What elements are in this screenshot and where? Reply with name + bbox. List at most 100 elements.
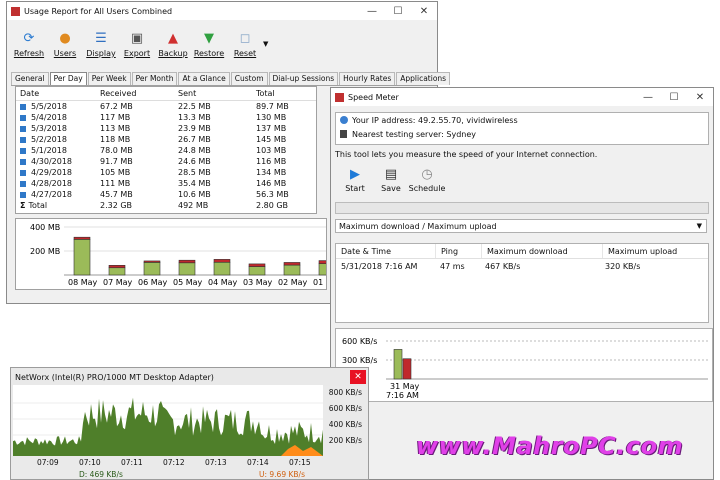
usage-table: Date Received Sent Total 5/5/2018 67.2 MB… (15, 86, 317, 214)
x-tick-label: 05 May (173, 278, 203, 287)
x-tick-label: 07 May (103, 278, 133, 287)
tab-per-day[interactable]: Per Day (49, 72, 87, 85)
close-button[interactable]: ✕ (687, 88, 713, 106)
table-row[interactable]: 5/2/2018 118 MB 26.7 MB 145 MB (16, 134, 316, 145)
table-row[interactable]: 4/28/2018 111 MB 35.4 MB 146 MB (16, 178, 316, 189)
tab-hourly-rates[interactable]: Hourly Rates (339, 72, 396, 85)
y-tick-label: 200 MB (30, 247, 60, 256)
upload-bar (402, 358, 412, 380)
y-tick-label: 300 KB/s (342, 356, 377, 365)
server-text: Nearest testing server: Sydney (352, 129, 477, 139)
upload-rate-label: U: 9.69 KB/s (259, 470, 305, 479)
refresh-button[interactable]: ⟳ Refresh (11, 30, 47, 70)
x-tick-label: 06 May (138, 278, 168, 287)
backup-icon: ▲ (168, 30, 178, 46)
users-button[interactable]: ● Users (47, 30, 83, 70)
received-bar (318, 263, 326, 276)
row-marker-icon (20, 103, 26, 110)
col-total[interactable]: Total (256, 89, 316, 98)
server-icon (340, 130, 347, 138)
col-received[interactable]: Received (100, 89, 178, 98)
col-ping[interactable]: Ping (436, 244, 482, 258)
tab-per-month[interactable]: Per Month (131, 72, 178, 85)
export-button[interactable]: ▣ Export (119, 30, 155, 70)
table-total-row[interactable]: Σ Total 2.32 GB 492 MB 2.80 GB (16, 200, 316, 211)
tab-general[interactable]: General (11, 72, 49, 85)
sent-bar (213, 259, 231, 263)
maximize-button[interactable]: ☐ (385, 2, 411, 20)
watermark-text: www.MahroPC.com (416, 432, 684, 460)
received-bar (143, 262, 161, 276)
minimize-button[interactable]: — (635, 88, 661, 106)
tab-applications[interactable]: Applications (396, 72, 451, 85)
sent-bar (143, 260, 161, 263)
table-row[interactable]: 5/1/2018 78.0 MB 24.8 MB 103 MB (16, 145, 316, 156)
y-tick-label: 600 KB/s (328, 404, 362, 413)
received-bar (108, 267, 126, 276)
row-marker-icon (20, 114, 26, 121)
close-button[interactable]: ✕ (411, 2, 437, 20)
x-tick-label: 07:13 (205, 458, 227, 467)
restore-button[interactable]: ▼ Restore (191, 30, 227, 70)
maximize-button[interactable]: ☐ (661, 88, 687, 106)
table-row[interactable]: 5/31/2018 7:16 AM 47 ms 467 KB/s 320 KB/… (336, 259, 708, 273)
table-row[interactable]: 5/4/2018 117 MB 13.3 MB 130 MB (16, 112, 316, 123)
col-date-time[interactable]: Date & Time (336, 244, 436, 258)
tab-dial-up-sessions[interactable]: Dial-up Sessions (268, 72, 339, 85)
col-sent[interactable]: Sent (178, 89, 256, 98)
table-row[interactable]: 5/3/2018 113 MB 23.9 MB 137 MB (16, 123, 316, 134)
usage-chart-svg: 400 MB 200 MB 08 May 07 May 06 May 05 May 04 M… (30, 223, 326, 287)
usage-titlebar: Usage Report for All Users Combined — ☐ … (7, 2, 437, 20)
x-tick-label: 04 May (208, 278, 238, 287)
row-marker-icon (20, 191, 26, 198)
table-row[interactable]: 4/30/2018 91.7 MB 24.6 MB 116 MB (16, 156, 316, 167)
refresh-icon: ⟳ (23, 30, 35, 46)
reset-icon: ◻ (239, 30, 251, 46)
restore-icon: ▼ (204, 30, 214, 46)
schedule-button[interactable]: ◷ Schedule (409, 166, 446, 194)
x-tick-label: 07:09 (37, 458, 59, 467)
speed-chart-svg: 600 KB/s 300 KB/s 31 May7:16 AM (342, 337, 708, 400)
received-bar (73, 239, 91, 276)
results-table: Date & Time Ping Maximum download Maximu… (335, 243, 709, 323)
col-max-upload[interactable]: Maximum upload (603, 247, 677, 256)
sent-bar (73, 236, 91, 240)
usage-bar-chart: 400 MB 200 MB 08 May 07 May 06 May 05 May 04 M… (15, 218, 327, 290)
close-button[interactable]: ✕ (350, 370, 366, 384)
x-tick-label: 07:14 (247, 458, 269, 467)
row-marker-icon (20, 147, 26, 154)
play-icon: ▶ (350, 166, 360, 182)
table-row[interactable]: 5/5/2018 67.2 MB 22.5 MB 89.7 MB (16, 101, 316, 112)
speed-meter-window: Speed Meter — ☐ ✕ Your IP address: 49.2.… (330, 87, 714, 480)
tab-custom[interactable]: Custom (230, 72, 268, 85)
col-max-download[interactable]: Maximum download (482, 244, 603, 258)
received-bar (283, 264, 301, 276)
display-button[interactable]: ☰ Display (83, 30, 119, 70)
minimize-button[interactable]: — (359, 2, 385, 20)
tab-at-a-glance[interactable]: At a Glance (178, 72, 230, 85)
x-date-label: 31 May (390, 382, 420, 391)
sent-bar (283, 262, 301, 266)
start-button[interactable]: ▶ Start (337, 166, 373, 194)
tab-per-week[interactable]: Per Week (87, 72, 131, 85)
received-bar (213, 261, 231, 276)
speed-titlebar: Speed Meter — ☐ ✕ (331, 88, 713, 106)
x-tick-label: 07:10 (79, 458, 101, 467)
received-bar (178, 262, 196, 276)
measure-mode-select[interactable]: Maximum download / Maximum upload ▼ (335, 219, 707, 233)
save-button[interactable]: ▤ Save (373, 166, 409, 194)
y-tick-label: 400 MB (30, 223, 60, 232)
x-tick-label: 01 Ma (313, 278, 326, 287)
reset-button[interactable]: ◻ Reset (227, 30, 263, 70)
traffic-graph (13, 385, 323, 456)
speed-progress-bar (335, 202, 709, 214)
x-tick-label: 02 May (278, 278, 308, 287)
table-row[interactable]: 4/27/2018 45.7 MB 10.6 MB 56.3 MB (16, 189, 316, 200)
reset-dropdown-arrow-icon[interactable]: ▼ (263, 30, 268, 70)
x-time-label: 7:16 AM (386, 391, 419, 400)
table-row[interactable]: 4/29/2018 105 MB 28.5 MB 134 MB (16, 167, 316, 178)
backup-button[interactable]: ▲ Backup (155, 30, 191, 70)
usage-window-title: Usage Report for All Users Combined (24, 6, 173, 16)
col-date[interactable]: Date (16, 89, 100, 98)
schedule-icon: ◷ (421, 166, 433, 182)
